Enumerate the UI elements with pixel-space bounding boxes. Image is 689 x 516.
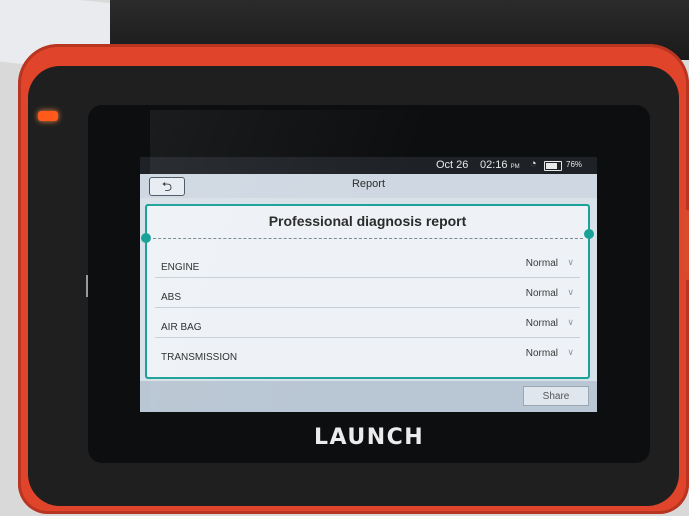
row-name: ABS — [161, 292, 182, 303]
row-status: Normal — [525, 318, 558, 329]
row-status: Normal — [525, 258, 558, 269]
chevron-down-icon[interactable]: ∨ — [567, 347, 574, 358]
battery-icon — [544, 161, 562, 171]
title-bar: ⮌ Report — [140, 174, 597, 198]
chevron-down-icon[interactable]: ∨ — [567, 287, 574, 298]
report-row-engine[interactable]: ENGINE Normal ∨ — [155, 248, 580, 278]
card-notch-left — [141, 233, 151, 243]
page-title: Report — [351, 178, 386, 190]
status-clock: 02:16 — [480, 159, 508, 171]
chevron-down-icon[interactable]: ∨ — [567, 317, 574, 328]
row-status: Normal — [525, 288, 558, 299]
status-bar: Oct 26 02:16 PM ◔ 76% — [140, 157, 597, 174]
chevron-down-icon[interactable]: ∨ — [567, 257, 574, 268]
launch-logo: LAUNCH — [314, 425, 425, 450]
dashed-divider — [153, 238, 583, 239]
power-led — [38, 111, 58, 121]
device-side-button[interactable] — [682, 210, 689, 280]
row-name: ENGINE — [161, 262, 200, 273]
wifi-icon: ◔ — [530, 158, 537, 170]
status-date: Oct 26 — [436, 159, 469, 171]
row-status: Normal — [525, 348, 558, 359]
bottom-toolbar: Share — [140, 381, 597, 412]
report-card: Professional diagnosis report ENGINE Nor… — [141, 204, 594, 379]
row-name: TRANSMISSION — [161, 352, 238, 363]
photo-scene: Oct 26 02:16 PM ◔ 76% ⮌ Report Professio… — [0, 0, 689, 516]
device-screen: Oct 26 02:16 PM ◔ 76% ⮌ Report Professio… — [140, 157, 597, 412]
row-name: AIR BAG — [161, 322, 202, 333]
report-title: Professional diagnosis report — [268, 213, 467, 229]
status-time: 02:16 PM — [480, 159, 520, 171]
battery-percent: 76% — [566, 160, 583, 169]
share-button[interactable]: Share — [523, 386, 589, 406]
report-row-abs[interactable]: ABS Normal ∨ — [155, 278, 580, 308]
report-row-transmission[interactable]: TRANSMISSION Normal ∨ — [155, 338, 580, 367]
card-notch-right — [584, 229, 594, 239]
status-ampm: PM — [510, 164, 520, 170]
report-row-air-bag[interactable]: AIR BAG Normal ∨ — [155, 308, 580, 338]
